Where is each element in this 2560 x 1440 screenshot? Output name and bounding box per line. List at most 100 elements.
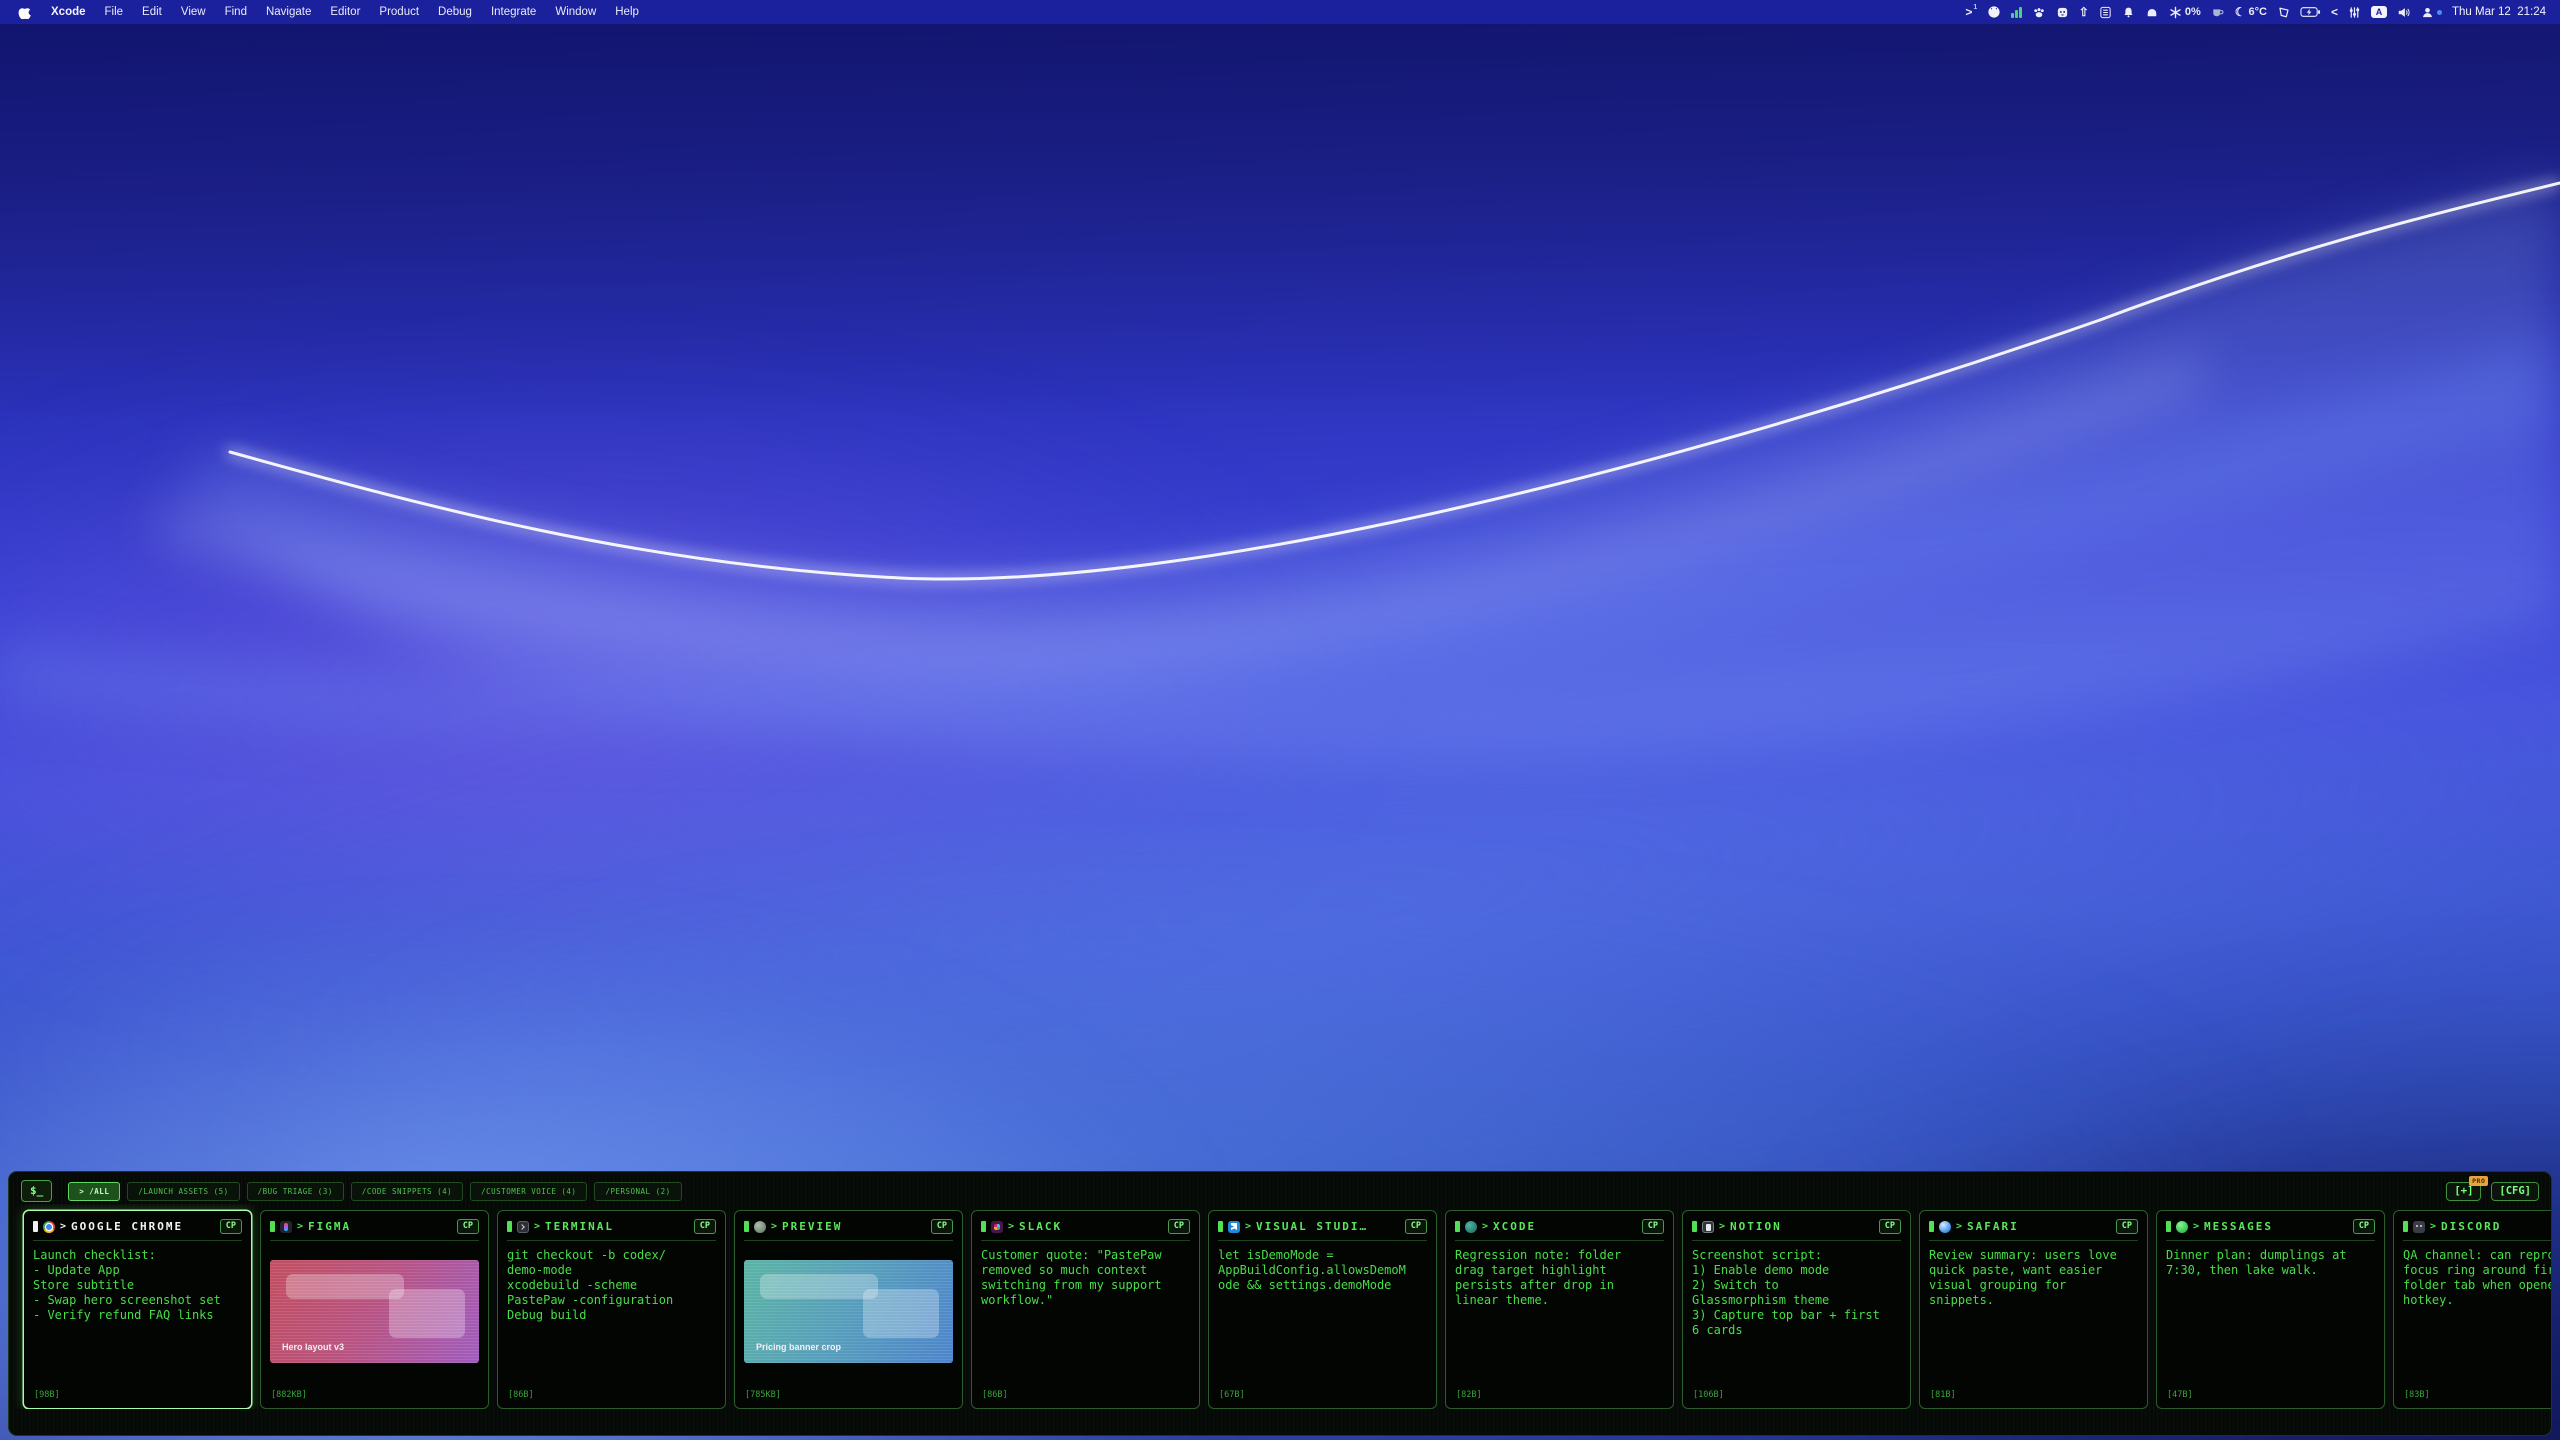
config-button[interactable]: [CFG]	[2491, 1182, 2539, 1201]
menu-edit[interactable]: Edit	[142, 6, 162, 18]
menu-file[interactable]: File	[105, 6, 124, 18]
tray-icon[interactable]	[2145, 6, 2159, 18]
list-icon[interactable]	[2099, 6, 2112, 19]
upload-arrow-icon[interactable]: ⇧	[2079, 6, 2089, 18]
volume-icon[interactable]	[2397, 6, 2411, 19]
clip-card-safari[interactable]: > SAFARI CP Review summary: users love q…	[1919, 1210, 2148, 1409]
chevron-left-icon[interactable]: <	[2331, 6, 2338, 18]
clip-card-discord[interactable]: > DISCORD CP QA channel: can repro focus…	[2393, 1210, 2551, 1409]
copy-button[interactable]: CP	[1879, 1219, 1901, 1234]
people-icon[interactable]	[2421, 6, 2442, 19]
clip-text: QA channel: can repro focus ring around …	[2403, 1248, 2551, 1308]
menu-view[interactable]: View	[181, 6, 206, 18]
clip-card-slack[interactable]: > SLACK CP Customer quote: "PastePaw rem…	[971, 1210, 1200, 1409]
openai-icon[interactable]: 0%	[2169, 6, 2201, 19]
prompt-button[interactable]: $_	[21, 1180, 52, 1202]
input-source-letter: A	[2376, 7, 2383, 17]
apple-logo-icon[interactable]	[18, 5, 32, 19]
terminal-badge: 1	[1973, 4, 1977, 11]
copy-button[interactable]: CP	[694, 1219, 716, 1234]
folder-tab-bug-triage-3[interactable]: /BUG TRIAGE (3)	[247, 1182, 344, 1201]
clip-card-notion[interactable]: > NOTION CP Screenshot script: 1) Enable…	[1682, 1210, 1911, 1409]
clip-card-preview[interactable]: > PREVIEW CP Pricing banner crop [785KB]	[734, 1210, 963, 1409]
paw-icon[interactable]	[2032, 6, 2046, 19]
clip-card-figma[interactable]: > FIGMA CP Hero layout v3 [882KB]	[260, 1210, 489, 1409]
clip-card-google-chrome[interactable]: > GOOGLE CHROME CP Launch checklist: - U…	[23, 1210, 252, 1409]
clip-text: git checkout -b codex/ demo-mode xcodebu…	[507, 1248, 716, 1323]
menu-window[interactable]: Window	[555, 6, 596, 18]
temperature-value: 6°C	[2249, 7, 2267, 18]
clip-card-messages[interactable]: > MESSAGES CP Dinner plan: dumplings at …	[2156, 1210, 2385, 1409]
card-title: GOOGLE CHROME	[71, 1220, 183, 1233]
card-header: > PREVIEW CP	[744, 1219, 953, 1241]
menu-navigate[interactable]: Navigate	[266, 6, 311, 18]
faders-icon[interactable]	[2348, 6, 2361, 19]
copy-button[interactable]: CP	[1405, 1219, 1427, 1234]
yeti-icon[interactable]	[2056, 6, 2069, 19]
prompt-chevron: >	[2430, 1221, 2436, 1232]
card-title: MESSAGES	[2204, 1220, 2273, 1233]
prompt-chevron: >	[297, 1221, 303, 1232]
bell-icon[interactable]	[2122, 6, 2135, 19]
signal-bars-icon[interactable]	[2011, 7, 2022, 18]
add-folder-button[interactable]: [+]PRO	[2446, 1182, 2481, 1201]
terminal-icon[interactable]: >1	[1965, 6, 1977, 18]
card-header: > VISUAL STUDI… CP	[1218, 1219, 1427, 1241]
menu-debug[interactable]: Debug	[438, 6, 472, 18]
copy-button[interactable]: CP	[457, 1219, 479, 1234]
menu-help[interactable]: Help	[615, 6, 639, 18]
clip-text: let isDemoMode = AppBuildConfig.allowsDe…	[1218, 1248, 1427, 1293]
card-header: > SAFARI CP	[1929, 1219, 2138, 1241]
battery-icon[interactable]	[2300, 6, 2321, 18]
card-header: > MESSAGES CP	[2166, 1219, 2375, 1241]
menubar-clock[interactable]: Thu Mar 12 21:24	[2452, 6, 2546, 18]
folder-tab-customer-voice-4[interactable]: /CUSTOMER VOICE (4)	[470, 1182, 587, 1201]
copy-button[interactable]: CP	[2353, 1219, 2375, 1234]
clip-text: Review summary: users love quick paste, …	[1929, 1248, 2138, 1308]
size-badge: [81B]	[1930, 1390, 1956, 1400]
menu-integrate[interactable]: Integrate	[491, 6, 536, 18]
menu-editor[interactable]: Editor	[330, 6, 360, 18]
github-icon[interactable]	[1987, 5, 2001, 19]
card-title: PREVIEW	[782, 1220, 842, 1233]
flag-icon[interactable]	[2277, 6, 2290, 19]
moon-weather-item[interactable]: ☾ 6°C	[2235, 6, 2267, 18]
prompt-chevron: >	[1245, 1221, 1251, 1232]
cursor-block-icon	[744, 1221, 749, 1232]
cursor-block-icon	[1218, 1221, 1223, 1232]
copy-button[interactable]: CP	[931, 1219, 953, 1234]
pro-badge: PRO	[2469, 1176, 2488, 1186]
panel-tab-bar: $_ > /ALL/LAUNCH ASSETS (5) /BUG TRIAGE (…	[9, 1172, 2551, 1204]
card-body: Screenshot script: 1) Enable demo mode 2…	[1692, 1248, 1901, 1388]
chrome-icon	[43, 1221, 55, 1233]
clip-card-visual-studi[interactable]: > VISUAL STUDI… CP let isDemoMode = AppB…	[1208, 1210, 1437, 1409]
cursor-block-icon	[1692, 1221, 1697, 1232]
xcode-icon	[1465, 1221, 1477, 1233]
cursor-block-icon	[270, 1221, 275, 1232]
preview-icon	[754, 1221, 766, 1233]
thumbnail-caption: Hero layout v3	[282, 1342, 344, 1352]
card-body: let isDemoMode = AppBuildConfig.allowsDe…	[1218, 1248, 1427, 1388]
copy-button[interactable]: CP	[2116, 1219, 2138, 1234]
folder-tab-personal-2[interactable]: /PERSONAL (2)	[594, 1182, 681, 1201]
folder-tab-launch-assets-5[interactable]: /LAUNCH ASSETS (5)	[127, 1182, 239, 1201]
active-app-name[interactable]: Xcode	[51, 6, 86, 18]
copy-button[interactable]: CP	[1168, 1219, 1190, 1234]
keyboard-input-icon[interactable]: A	[2371, 6, 2387, 18]
copy-button[interactable]: CP	[1642, 1219, 1664, 1234]
card-body: Dinner plan: dumplings at 7:30, then lak…	[2166, 1248, 2375, 1388]
folder-tab-code-snippets-4[interactable]: /CODE SNIPPETS (4)	[351, 1182, 463, 1201]
moon-icon: ☾	[2235, 6, 2246, 18]
card-header: > GOOGLE CHROME CP	[33, 1219, 242, 1241]
card-body: git checkout -b codex/ demo-mode xcodebu…	[507, 1248, 716, 1388]
copy-button[interactable]: CP	[220, 1219, 242, 1234]
coffee-icon[interactable]	[2211, 6, 2225, 18]
messages-icon	[2176, 1221, 2188, 1233]
clip-card-xcode[interactable]: > XCODE CP Regression note: folder drag …	[1445, 1210, 1674, 1409]
menu-bar-left: Xcode File Edit View Find Navigate Editor Prod…	[0, 5, 639, 19]
folder-tab-all[interactable]: > /ALL	[68, 1182, 120, 1201]
clip-card-terminal[interactable]: > TERMINAL CP git checkout -b codex/ dem…	[497, 1210, 726, 1409]
card-title: NOTION	[1730, 1220, 1782, 1233]
menu-find[interactable]: Find	[225, 6, 247, 18]
menu-product[interactable]: Product	[379, 6, 419, 18]
